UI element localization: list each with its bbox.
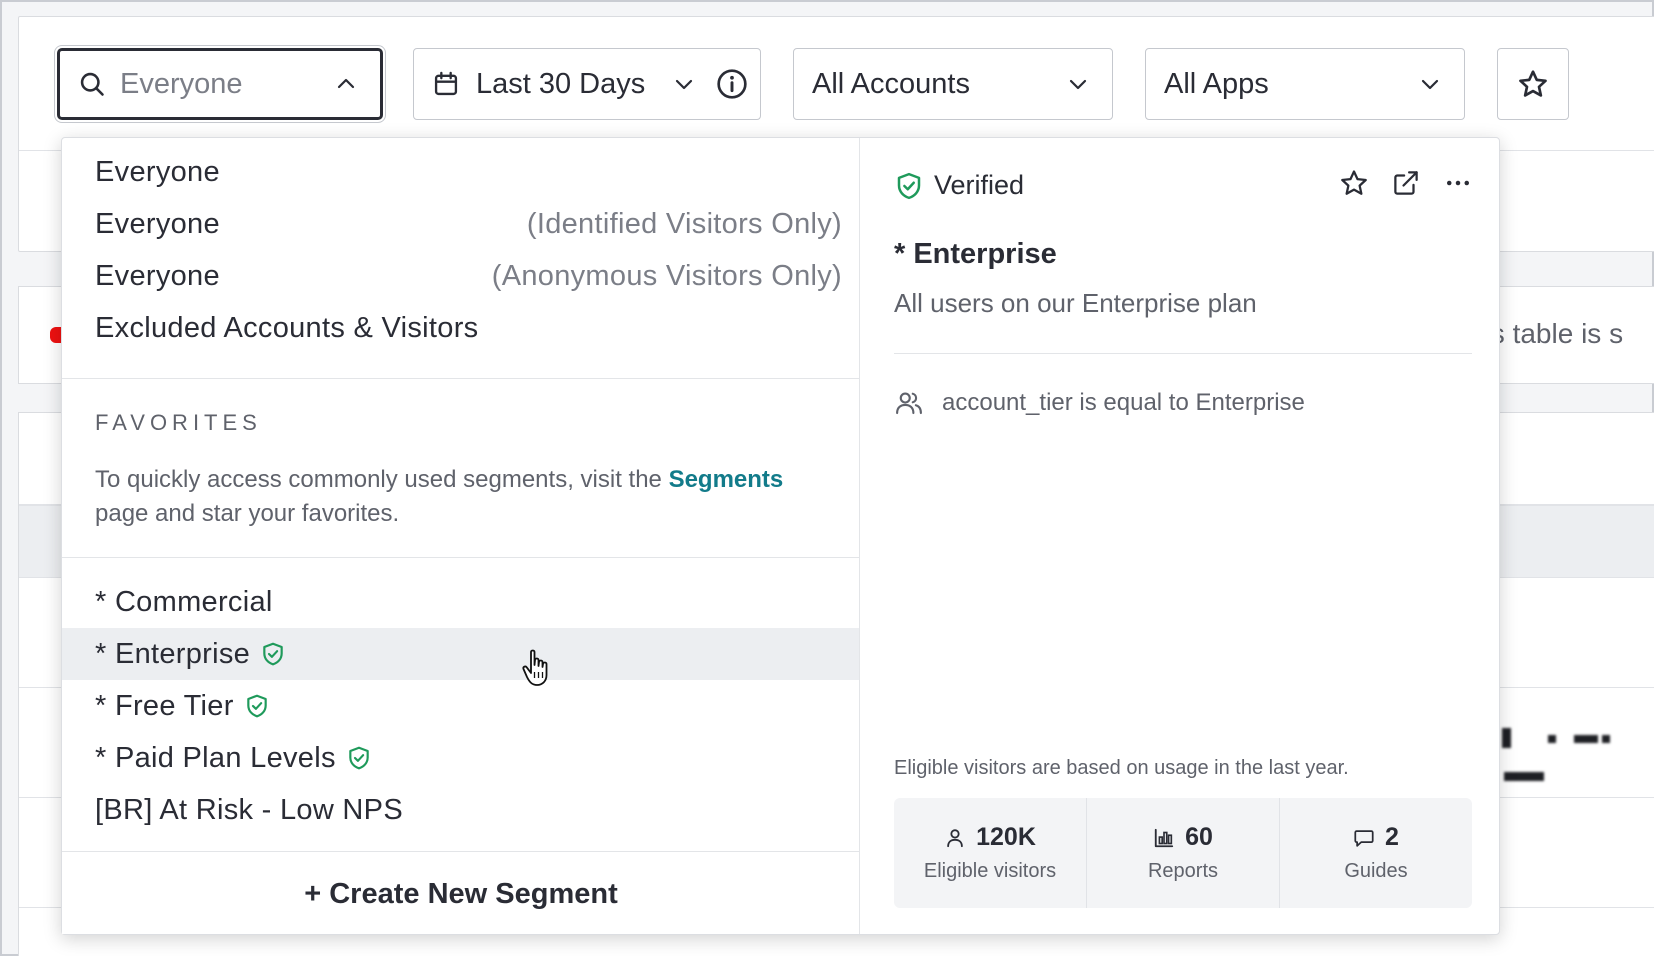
option-label: Everyone [95, 207, 220, 240]
segment-label: * Paid Plan Levels [95, 741, 336, 774]
option-everyone[interactable]: Everyone [62, 146, 859, 198]
stat-value: 120K [976, 823, 1036, 851]
option-label: Everyone [95, 259, 220, 292]
date-range-value: Last 30 Days [476, 67, 646, 100]
info-icon[interactable] [716, 68, 748, 100]
verified-shield-icon [349, 746, 369, 770]
stat-reports: 60 Reports [1087, 798, 1280, 908]
option-excluded[interactable]: Excluded Accounts & Visitors [62, 302, 859, 354]
segment-rule: account_tier is equal to Enterprise [894, 388, 1305, 418]
segment-enterprise[interactable]: * Enterprise [62, 628, 859, 680]
app-window: his table is s Everyone Last 30 Days All… [0, 0, 1654, 956]
users-icon [896, 392, 922, 415]
segment-filter[interactable]: Everyone [57, 48, 383, 120]
star-icon [1519, 70, 1547, 97]
favorites-hint: To quickly access commonly used segments… [95, 463, 835, 531]
option-qualifier: (Identified Visitors Only) [526, 207, 842, 240]
segment-list: Everyone Everyone (Identified Visitors O… [62, 138, 860, 934]
verified-label: Verified [934, 170, 1025, 200]
stat-label: Guides [1344, 860, 1408, 882]
external-link-icon[interactable] [1391, 168, 1421, 198]
user-icon [947, 828, 963, 847]
verified-shield-icon [246, 694, 267, 718]
stat-label: Reports [1147, 860, 1219, 882]
divider [894, 353, 1472, 354]
rule-text: account_tier is equal to Enterprise [942, 389, 1305, 416]
divider [62, 557, 859, 558]
divider [62, 378, 859, 379]
segment-commercial[interactable]: * Commercial [62, 576, 859, 628]
favorites-hint-text: To quickly access commonly used segments… [95, 466, 669, 493]
message-icon [1354, 829, 1374, 847]
segment-paid-plan-levels[interactable]: * Paid Plan Levels [62, 732, 859, 784]
option-label: Excluded Accounts & Visitors [95, 311, 479, 344]
favorites-hint-text: page and star your favorites. [95, 500, 400, 527]
segment-free-tier[interactable]: * Free Tier [62, 680, 859, 732]
favorites-heading: FAVORITES [95, 410, 262, 435]
apps-filter[interactable]: All Apps [1145, 48, 1465, 120]
eligibility-note: Eligible visitors are based on usage in … [894, 757, 1349, 779]
stat-value: 60 [1185, 823, 1213, 851]
accounts-filter[interactable]: All Accounts [793, 48, 1113, 120]
segment-dropdown: Everyone Everyone (Identified Visitors O… [61, 137, 1500, 935]
segment-label: [BR] At Risk - Low NPS [95, 793, 403, 826]
chevron-up-icon [337, 78, 355, 89]
segments-link[interactable]: Segments [669, 466, 784, 493]
segment-label: * Free Tier [95, 689, 234, 722]
redacted-text [1602, 735, 1610, 743]
star-icon[interactable] [1339, 168, 1369, 198]
create-segment-button[interactable]: + Create New Segment [62, 851, 859, 934]
redacted-text [1504, 772, 1544, 781]
detail-actions [1339, 168, 1473, 198]
redacted-text [1548, 735, 1556, 743]
redacted-text [1574, 735, 1598, 743]
segment-detail-panel: Verified * Enterprise All users on our E… [861, 138, 1501, 934]
option-everyone-identified[interactable]: Everyone (Identified Visitors Only) [62, 198, 859, 250]
stat-value: 2 [1385, 823, 1399, 851]
favorite-button[interactable] [1497, 48, 1569, 120]
redacted-text [1502, 728, 1511, 748]
option-everyone-anonymous[interactable]: Everyone (Anonymous Visitors Only) [62, 250, 859, 302]
apps-filter-value: All Apps [1164, 67, 1269, 100]
stat-eligible-visitors: 120K Eligible visitors [894, 798, 1087, 908]
segment-br-at-risk[interactable]: [BR] At Risk - Low NPS [62, 784, 859, 836]
segment-label: * Enterprise [95, 637, 251, 670]
stat-label: Eligible visitors [923, 860, 1057, 882]
accounts-filter-value: All Accounts [812, 67, 970, 100]
verified-status: Verified [894, 170, 1024, 201]
hand-cursor-icon [522, 649, 548, 686]
date-range-filter[interactable]: Last 30 Days [413, 48, 761, 120]
segment-title: * Enterprise [894, 238, 1057, 270]
segment-label: * Commercial [95, 585, 273, 618]
calendar-icon [434, 71, 458, 96]
option-label: Everyone [95, 155, 220, 188]
chevron-down-icon [1069, 79, 1087, 90]
bar-chart-icon [1154, 828, 1174, 847]
verified-shield-icon [263, 642, 283, 666]
segment-description: All users on our Enterprise plan [894, 288, 1257, 318]
verified-shield-icon [897, 172, 921, 199]
segment-filter-value: Everyone [120, 67, 243, 100]
chevron-down-icon [1421, 79, 1439, 90]
search-icon [80, 72, 104, 96]
more-options-icon[interactable] [1443, 168, 1473, 198]
stat-guides: 2 Guides [1280, 798, 1472, 908]
option-qualifier: (Anonymous Visitors Only) [491, 259, 842, 292]
chevron-down-icon [675, 79, 693, 90]
segment-stats: 120K Eligible visitors 60 Reports 2 Guid… [894, 798, 1472, 908]
